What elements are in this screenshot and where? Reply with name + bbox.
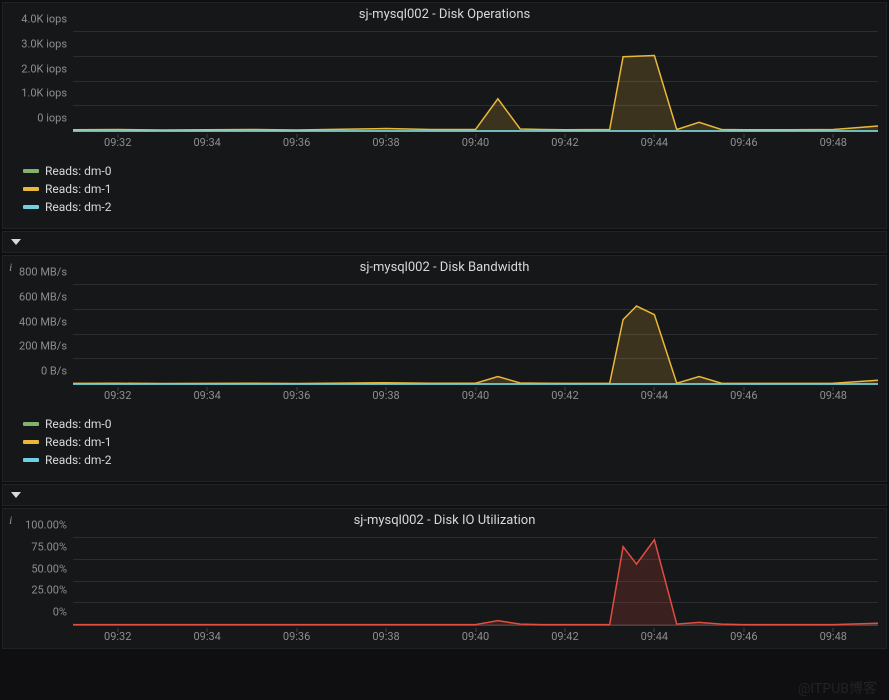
- y-tick-label: 0 iops: [37, 112, 73, 125]
- panel-title: sj-mysql002 - Disk Bandwidth: [3, 256, 886, 285]
- legend-label: Reads: dm-2: [45, 200, 111, 214]
- x-tick-label: 09:40: [462, 136, 489, 149]
- x-tick-label: 09:44: [641, 136, 668, 149]
- x-tick-label: 09:32: [104, 389, 131, 402]
- y-tick-label: 0 B/s: [41, 365, 73, 378]
- disk-io-utilization-chart[interactable]: 0%25.00%50.00%75.00%100.00% 09:3209:3409…: [73, 538, 878, 648]
- legend-label: Reads: dm-1: [45, 182, 111, 196]
- legend-swatch: [23, 205, 39, 209]
- info-icon[interactable]: i: [9, 513, 12, 528]
- y-tick-label: 3.0K iops: [21, 37, 73, 50]
- x-tick-label: 09:38: [372, 136, 399, 149]
- row-collapse[interactable]: [2, 484, 887, 506]
- legend-item[interactable]: Reads: dm-2: [23, 453, 878, 467]
- x-tick-label: 09:42: [551, 136, 578, 149]
- x-tick-label: 09:48: [820, 136, 847, 149]
- disk-operations-panel: sj-mysql002 - Disk Operations 0 iops1.0K…: [2, 2, 887, 229]
- legend-swatch: [23, 458, 39, 462]
- disk-bandwidth-panel: i sj-mysql002 - Disk Bandwidth 0 B/s200 …: [2, 255, 887, 482]
- legend-item[interactable]: Reads: dm-0: [23, 417, 878, 431]
- y-tick-label: 4.0K iops: [21, 13, 73, 26]
- x-tick-label: 09:34: [193, 136, 220, 149]
- x-tick-label: 09:38: [372, 389, 399, 402]
- y-tick-label: 75.00%: [31, 540, 73, 553]
- watermark: @ITPUB博客: [798, 678, 877, 698]
- x-tick-label: 09:34: [193, 389, 220, 402]
- x-tick-label: 09:36: [283, 389, 310, 402]
- legend-swatch: [23, 440, 39, 444]
- x-tick-label: 09:40: [462, 389, 489, 402]
- x-tick-label: 09:40: [462, 630, 489, 643]
- y-tick-label: 2.0K iops: [21, 62, 73, 75]
- legend-item[interactable]: Reads: dm-1: [23, 182, 878, 196]
- x-tick-label: 09:46: [730, 630, 757, 643]
- chevron-down-icon: [11, 492, 21, 498]
- x-tick-label: 09:34: [193, 630, 220, 643]
- panel-title: sj-mysql002 - Disk Operations: [3, 3, 886, 32]
- legend-item[interactable]: Reads: dm-0: [23, 164, 878, 178]
- info-icon[interactable]: i: [9, 260, 12, 275]
- y-tick-label: 1.0K iops: [21, 87, 73, 100]
- x-tick-label: 09:38: [372, 630, 399, 643]
- x-tick-label: 09:44: [641, 630, 668, 643]
- legend-item[interactable]: Reads: dm-2: [23, 200, 878, 214]
- legend-label: Reads: dm-2: [45, 453, 111, 467]
- y-tick-label: 800 MB/s: [19, 266, 73, 279]
- panel-title: sj-mysql002 - Disk IO Utilization: [3, 509, 886, 538]
- x-tick-label: 09:42: [551, 630, 578, 643]
- legend-swatch: [23, 187, 39, 191]
- disk-bandwidth-chart[interactable]: 0 B/s200 MB/s400 MB/s600 MB/s800 MB/s 09…: [73, 285, 878, 407]
- x-tick-label: 09:36: [283, 630, 310, 643]
- chevron-down-icon: [11, 239, 21, 245]
- x-tick-label: 09:32: [104, 630, 131, 643]
- legend-label: Reads: dm-0: [45, 164, 111, 178]
- legend: Reads: dm-0 Reads: dm-1 Reads: dm-2: [3, 407, 886, 481]
- y-tick-label: 100.00%: [25, 519, 73, 532]
- x-tick-label: 09:46: [730, 389, 757, 402]
- y-tick-label: 0%: [53, 606, 73, 619]
- x-tick-label: 09:48: [820, 389, 847, 402]
- legend-label: Reads: dm-0: [45, 417, 111, 431]
- x-tick-label: 09:48: [820, 630, 847, 643]
- legend-swatch: [23, 422, 39, 426]
- x-tick-label: 09:46: [730, 136, 757, 149]
- legend-label: Reads: dm-1: [45, 435, 111, 449]
- y-tick-label: 400 MB/s: [19, 315, 73, 328]
- y-tick-label: 200 MB/s: [19, 340, 73, 353]
- y-tick-label: 50.00%: [31, 562, 73, 575]
- y-tick-label: 25.00%: [31, 584, 73, 597]
- legend: Reads: dm-0 Reads: dm-1 Reads: dm-2: [3, 154, 886, 228]
- legend-item[interactable]: Reads: dm-1: [23, 435, 878, 449]
- x-tick-label: 09:36: [283, 136, 310, 149]
- legend-swatch: [23, 169, 39, 173]
- disk-io-utilization-panel: i sj-mysql002 - Disk IO Utilization 0% 25…: [2, 508, 887, 649]
- x-tick-label: 09:42: [551, 389, 578, 402]
- row-collapse[interactable]: [2, 231, 887, 253]
- y-tick-label: 600 MB/s: [19, 290, 73, 303]
- x-tick-label: 09:44: [641, 389, 668, 402]
- disk-operations-chart[interactable]: 0 iops1.0K iops2.0K iops3.0K iops4.0K io…: [73, 32, 878, 154]
- x-tick-label: 09:32: [104, 136, 131, 149]
